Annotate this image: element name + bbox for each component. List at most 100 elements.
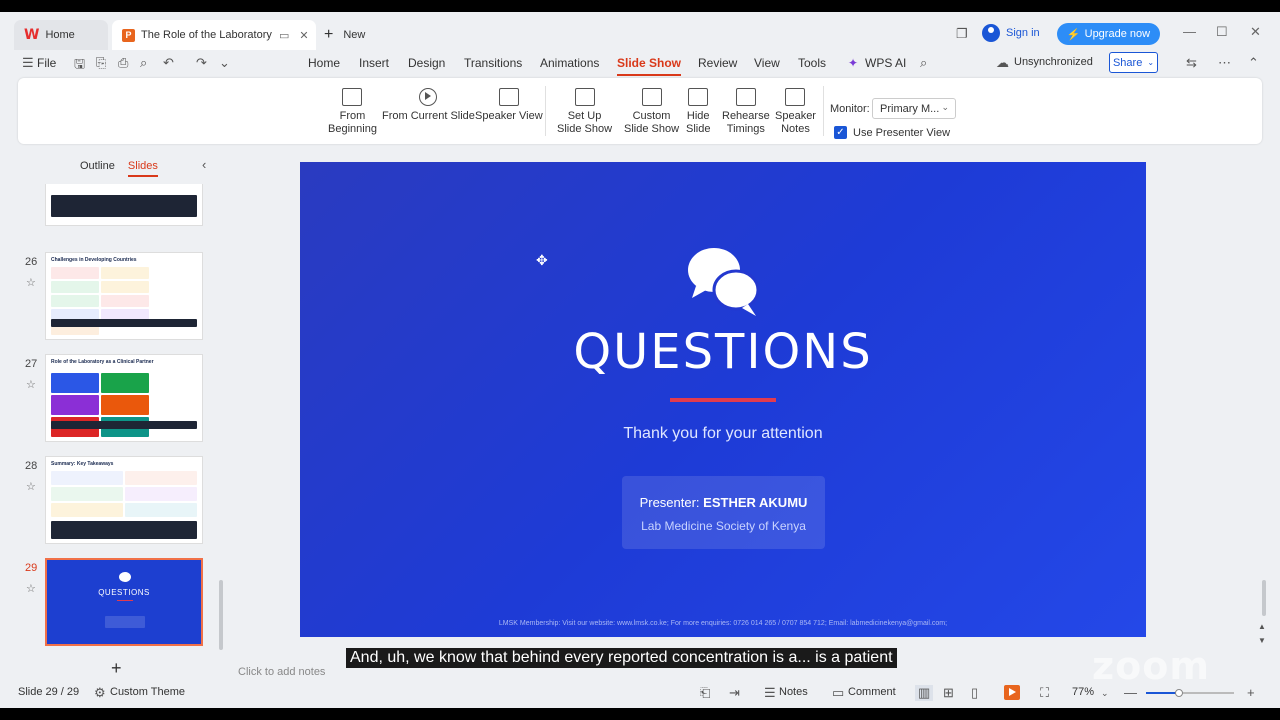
menu-file[interactable]: File: [37, 56, 56, 70]
play-slideshow-icon[interactable]: [1004, 685, 1020, 700]
thumb-title: QUESTIONS: [98, 588, 150, 597]
export-icon[interactable]: ⎘: [96, 55, 106, 71]
thumb-title: Summary: Key Takeaways: [51, 461, 114, 467]
slide-subtitle: Thank you for your attention: [623, 425, 823, 442]
current-slide[interactable]: QUESTIONS Thank you for your attention P…: [300, 162, 1146, 637]
slide-thumbnail[interactable]: [45, 184, 203, 226]
menu-home[interactable]: Home: [308, 56, 340, 70]
present-mode-icon[interactable]: ⇆: [1186, 55, 1197, 71]
rehearse-label-1: Rehearse: [722, 110, 770, 122]
menu-slide-show[interactable]: Slide Show: [617, 56, 682, 76]
speaker-view-button[interactable]: Speaker View: [475, 88, 543, 123]
zoom-slider[interactable]: [1146, 689, 1234, 697]
menu-insert[interactable]: Insert: [359, 56, 389, 70]
share-label: Share: [1112, 56, 1143, 69]
close-tab-icon[interactable]: ✕: [299, 29, 308, 42]
window-layout-icon[interactable]: ❐: [956, 26, 968, 42]
panel-scrollbar[interactable]: [219, 580, 223, 650]
ribbon-divider: [545, 86, 546, 136]
user-avatar-icon: [982, 24, 1000, 42]
menu-wps-ai[interactable]: WPS AI: [865, 56, 906, 70]
fit-to-window-icon[interactable]: ⛶: [1040, 685, 1049, 701]
tab-outline[interactable]: Outline: [80, 160, 115, 172]
speaker-notes-icon: [785, 88, 806, 106]
reading-view-icon[interactable]: ▯: [971, 685, 978, 701]
save-icon[interactable]: 🖫: [74, 55, 85, 77]
from-beginning-label-1: From: [339, 110, 366, 122]
use-presenter-view-checkbox[interactable]: ✓ Use Presenter View: [834, 126, 950, 139]
export-slide-icon[interactable]: ⇥: [729, 685, 740, 701]
from-beginning-button[interactable]: From Beginning: [328, 88, 377, 136]
zoom-level[interactable]: 77%: [1072, 686, 1094, 698]
hamburger-menu-icon[interactable]: ☰: [22, 55, 34, 71]
collapse-ribbon-icon[interactable]: ⌃: [1248, 55, 1259, 71]
rehearse-timings-button[interactable]: Rehearse Timings: [722, 88, 770, 136]
minimize-icon[interactable]: —: [1183, 24, 1196, 39]
tab-home-label: Home: [45, 29, 75, 41]
menu-transitions[interactable]: Transitions: [464, 56, 522, 70]
hide-slide-button[interactable]: Hide Slide: [686, 88, 710, 136]
custom-slide-show-button[interactable]: Custom Slide Show: [624, 88, 679, 136]
zoom-out-icon[interactable]: —: [1124, 685, 1137, 700]
star-icon[interactable]: ☆: [26, 582, 36, 595]
menu-review[interactable]: Review: [698, 56, 737, 70]
scroll-down-icon[interactable]: ▼: [1258, 636, 1266, 645]
slide-thumbnail[interactable]: Summary: Key Takeaways: [45, 456, 203, 544]
speaker-notes-button[interactable]: Speaker Notes: [775, 88, 816, 136]
upgrade-button[interactable]: ⚡ Upgrade now: [1057, 23, 1160, 45]
collapse-panel-icon[interactable]: ‹: [202, 157, 206, 172]
chevron-down-icon[interactable]: ⌄: [1101, 688, 1109, 699]
set-up-slide-show-button[interactable]: Set Up Slide Show: [557, 88, 612, 136]
slide-thumbnail[interactable]: Challenges in Developing Countries: [45, 252, 203, 340]
slide-thumbnail-active[interactable]: QUESTIONS: [45, 558, 203, 646]
slide-thumbnail[interactable]: Role of the Laboratory as a Clinical Par…: [45, 354, 203, 442]
add-slide-icon[interactable]: +: [111, 658, 122, 679]
autosave-icon[interactable]: ⎗: [700, 685, 710, 701]
comment-button[interactable]: Comment: [848, 686, 896, 698]
sync-status[interactable]: Unsynchronized: [1014, 56, 1093, 68]
undo-icon[interactable]: ↶: [163, 55, 174, 71]
zoom-slider-knob[interactable]: [1174, 689, 1183, 697]
from-current-slide-button[interactable]: From Current Slide: [382, 88, 475, 123]
redo-icon[interactable]: ↷: [196, 55, 207, 71]
slide-thumbnails: 26 ☆ Challenges in Developing Countries …: [8, 184, 220, 650]
menu-design[interactable]: Design: [408, 56, 445, 70]
notes-placeholder[interactable]: Click to add notes: [238, 666, 325, 678]
new-tab-button[interactable]: + New: [324, 26, 365, 44]
presenter-line: Presenter: ESTHER AKUMU: [622, 495, 825, 510]
chevron-down-icon[interactable]: ⌄: [219, 55, 230, 71]
wps-logo-icon: W: [24, 27, 40, 43]
custom-show-icon: [641, 88, 662, 106]
print-preview-icon[interactable]: ⌕: [140, 55, 147, 71]
tab-slides[interactable]: Slides: [127, 160, 158, 177]
sign-in-button[interactable]: Sign in: [982, 24, 1040, 42]
monitor-select[interactable]: Primary M... ⌄: [872, 98, 956, 119]
star-icon[interactable]: ☆: [26, 276, 36, 289]
maximize-icon[interactable]: ☐: [1216, 24, 1228, 40]
slide-number: 29: [25, 562, 38, 574]
scroll-up-icon[interactable]: ▲: [1258, 622, 1266, 631]
editor-scrollbar[interactable]: [1262, 580, 1266, 616]
star-icon[interactable]: ☆: [26, 480, 36, 493]
slide-sorter-icon[interactable]: ⊞: [943, 685, 954, 701]
star-icon[interactable]: ☆: [26, 378, 36, 391]
setup-icon: [574, 88, 595, 106]
search-icon[interactable]: ⌕: [920, 55, 927, 71]
menu-tools[interactable]: Tools: [798, 56, 826, 70]
menu-view[interactable]: View: [754, 56, 780, 70]
hide-slide-label-1: Hide: [686, 110, 710, 122]
slide-show-ribbon: From Beginning From Current Slide Speake…: [18, 78, 1262, 144]
print-icon[interactable]: ⎙: [118, 55, 128, 71]
share-button[interactable]: Share ⌄: [1109, 52, 1158, 73]
more-options-icon[interactable]: ⋯: [1218, 55, 1231, 71]
tab-document[interactable]: P The Role of the Laboratory in ▭ ✕: [112, 20, 316, 50]
screen-icon[interactable]: ▭: [279, 29, 289, 42]
close-window-icon[interactable]: ✕: [1250, 24, 1261, 40]
zoom-in-icon[interactable]: +: [1247, 685, 1255, 700]
menu-animations[interactable]: Animations: [540, 56, 599, 70]
normal-view-icon[interactable]: ▥: [915, 685, 934, 701]
notes-toggle[interactable]: Notes: [779, 686, 808, 698]
tab-home[interactable]: W Home: [14, 20, 108, 50]
theme-name[interactable]: Custom Theme: [110, 686, 185, 698]
tab-bar: W Home P The Role of the Laboratory in ▭…: [0, 12, 1280, 52]
